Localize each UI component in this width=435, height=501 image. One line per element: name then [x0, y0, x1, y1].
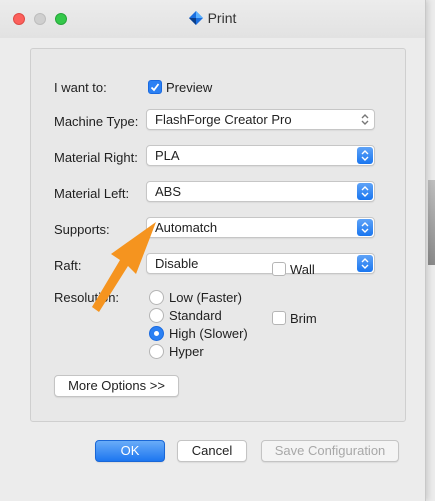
- preview-checkbox[interactable]: [148, 80, 162, 94]
- radio-hyper-label: Hyper: [169, 344, 204, 359]
- checkmark-icon: [150, 83, 160, 92]
- radio-hyper[interactable]: [149, 344, 164, 359]
- raft-label: Raft:: [54, 258, 82, 273]
- updown-chevron-icon: [357, 219, 373, 236]
- material-left-select[interactable]: ABS: [146, 181, 375, 202]
- updown-chevron-icon: [357, 111, 373, 128]
- cancel-button[interactable]: Cancel: [177, 440, 247, 462]
- material-left-label: Material Left:: [54, 186, 130, 201]
- supports-select[interactable]: Automatch: [146, 217, 375, 238]
- save-configuration-button[interactable]: Save Configuration: [261, 440, 399, 462]
- material-right-select[interactable]: PLA: [146, 145, 375, 166]
- ok-button[interactable]: OK: [95, 440, 165, 462]
- preview-label: Preview: [166, 80, 213, 95]
- updown-chevron-icon: [357, 183, 373, 200]
- window-title: Print: [207, 10, 237, 26]
- brim-label: Brim: [290, 311, 317, 326]
- window-title-group: Print: [0, 10, 425, 28]
- app-logo-icon: [188, 11, 203, 28]
- print-dialog: Print I want to: Preview Machine Type: F…: [0, 0, 426, 501]
- machine-type-select[interactable]: FlashForge Creator Pro: [146, 109, 375, 130]
- background-strip: [428, 180, 435, 265]
- machine-type-value: FlashForge Creator Pro: [155, 112, 292, 127]
- wall-checkbox[interactable]: [272, 262, 286, 276]
- updown-chevron-icon: [357, 147, 373, 164]
- radio-high[interactable]: [149, 326, 164, 341]
- material-left-value: ABS: [155, 184, 182, 199]
- i-want-to-label: I want to:: [54, 80, 107, 95]
- title-bar[interactable]: Print: [0, 0, 425, 38]
- radio-high-label: High (Slower): [169, 326, 248, 341]
- material-right-label: Material Right:: [54, 150, 138, 165]
- more-options-button[interactable]: More Options >>: [54, 375, 179, 397]
- material-right-value: PLA: [155, 148, 180, 163]
- annotation-arrow-icon: [92, 222, 156, 312]
- radio-standard-label: Standard: [169, 308, 222, 323]
- wall-label: Wall: [290, 262, 315, 277]
- brim-checkbox[interactable]: [272, 311, 286, 325]
- raft-select[interactable]: Disable: [146, 253, 375, 274]
- machine-type-label: Machine Type:: [54, 114, 139, 129]
- updown-chevron-icon: [357, 255, 373, 272]
- radio-low-label: Low (Faster): [169, 290, 242, 305]
